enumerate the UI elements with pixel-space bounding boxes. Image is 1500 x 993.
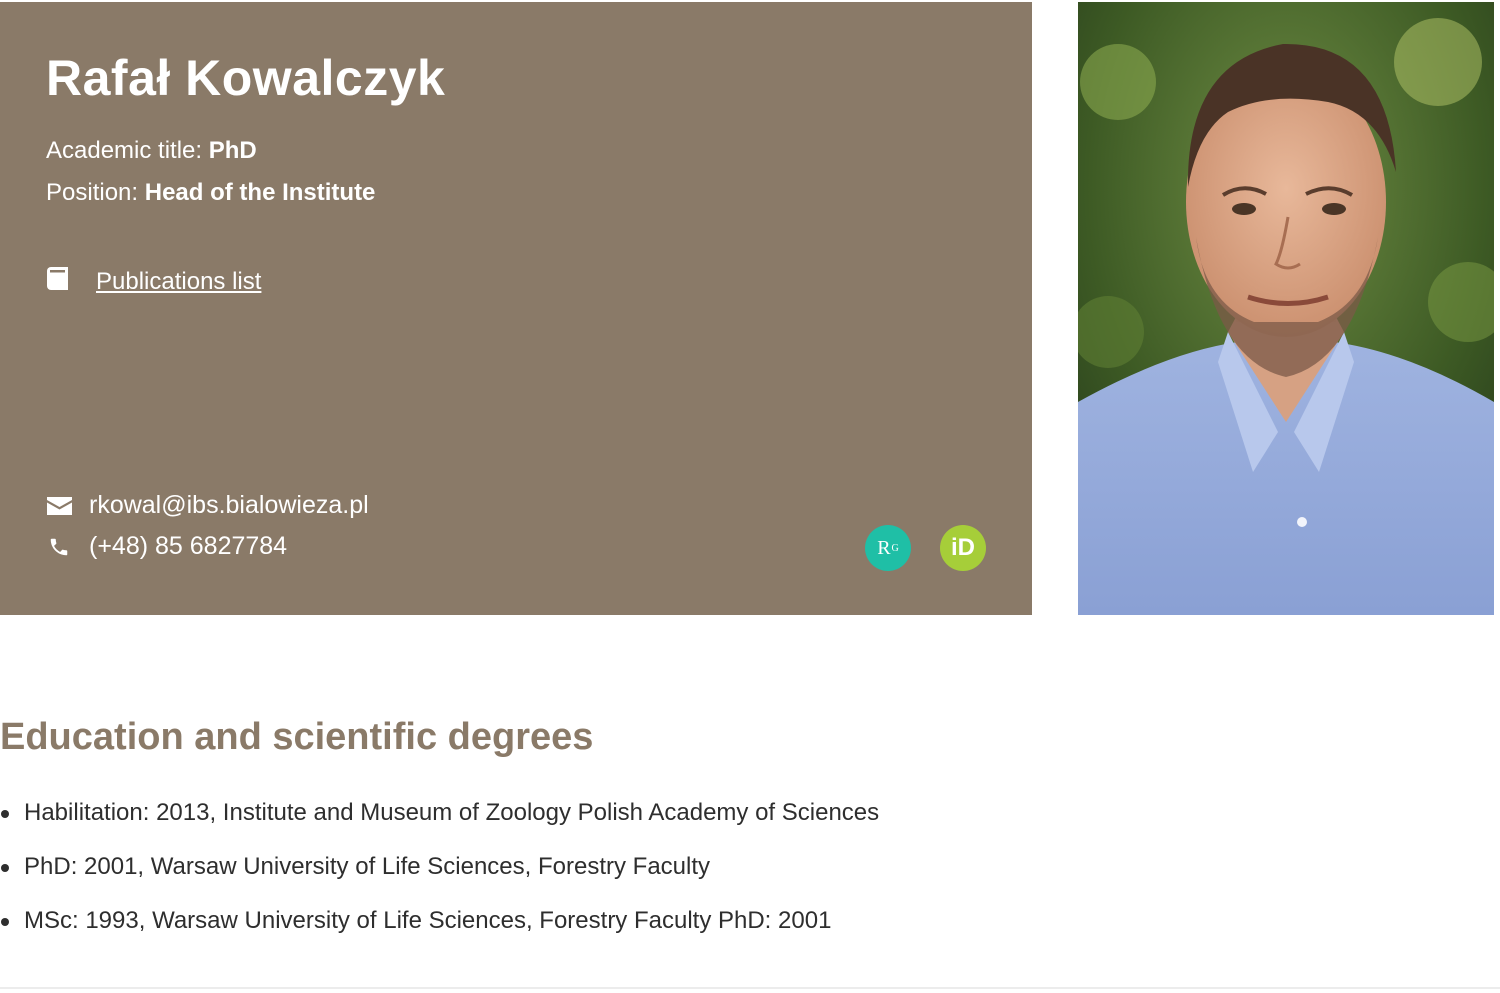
academic-title-label: Academic title: (46, 137, 203, 164)
phone-row: (+48) 85 6827784 (46, 532, 287, 561)
researchgate-letter: R (877, 536, 891, 559)
list-item: MSc: 1993, Warsaw University of Life Sci… (0, 898, 879, 952)
list-item: PhD: 2001, Warsaw University of Life Sci… (0, 844, 879, 898)
education-heading: Education and scientific degrees (0, 716, 594, 758)
phone-text[interactable]: (+48) 85 6827784 (89, 532, 287, 561)
email-text[interactable]: rkowal@ibs.bialowieza.pl (89, 491, 369, 520)
profile-photo (1078, 2, 1494, 615)
list-item: Habilitation: 2013, Institute and Museum… (0, 790, 879, 844)
orcid-icon[interactable]: iD (940, 525, 986, 571)
divider (0, 987, 1500, 989)
phone-icon (46, 536, 72, 558)
academic-title-line: Academic title: PhD (46, 136, 257, 166)
email-row: rkowal@ibs.bialowieza.pl (46, 491, 369, 520)
orcid-label: iD (951, 534, 975, 561)
researchgate-sup: G (891, 542, 899, 554)
envelope-icon (46, 496, 72, 515)
position-label: Position: (46, 179, 139, 206)
position-line: Position: Head of the Institute (46, 178, 375, 208)
position-value: Head of the Institute (144, 179, 376, 206)
book-icon (46, 266, 70, 299)
publications-row: Publications list (46, 264, 261, 300)
profile-card: Rafał Kowalczyk Academic title: PhD Posi… (0, 2, 1032, 615)
person-name: Rafał Kowalczyk (46, 50, 446, 106)
academic-title-value: PhD (208, 137, 257, 164)
researchgate-icon[interactable]: RG (865, 525, 911, 571)
publications-list-link[interactable]: Publications list (96, 268, 261, 296)
education-list: Habilitation: 2013, Institute and Museum… (0, 790, 879, 952)
